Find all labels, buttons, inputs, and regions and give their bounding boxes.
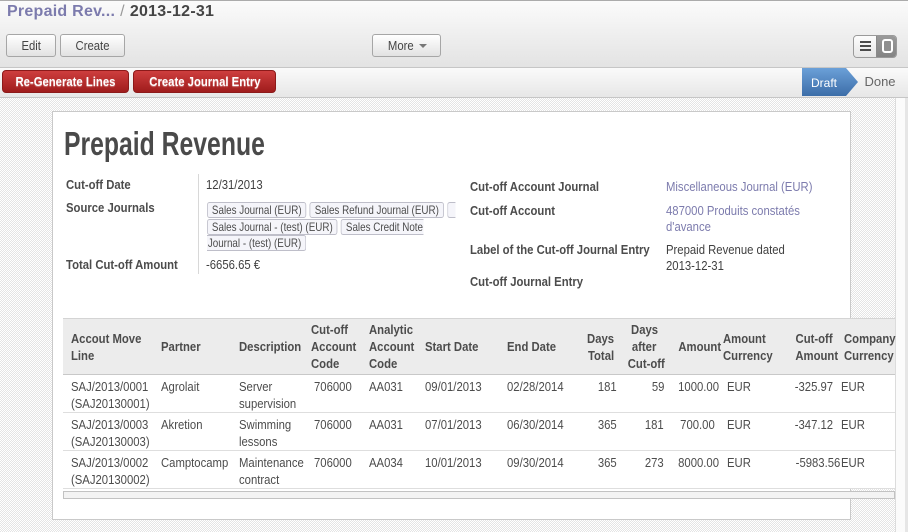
svg-text:Draft: Draft xyxy=(811,76,838,90)
